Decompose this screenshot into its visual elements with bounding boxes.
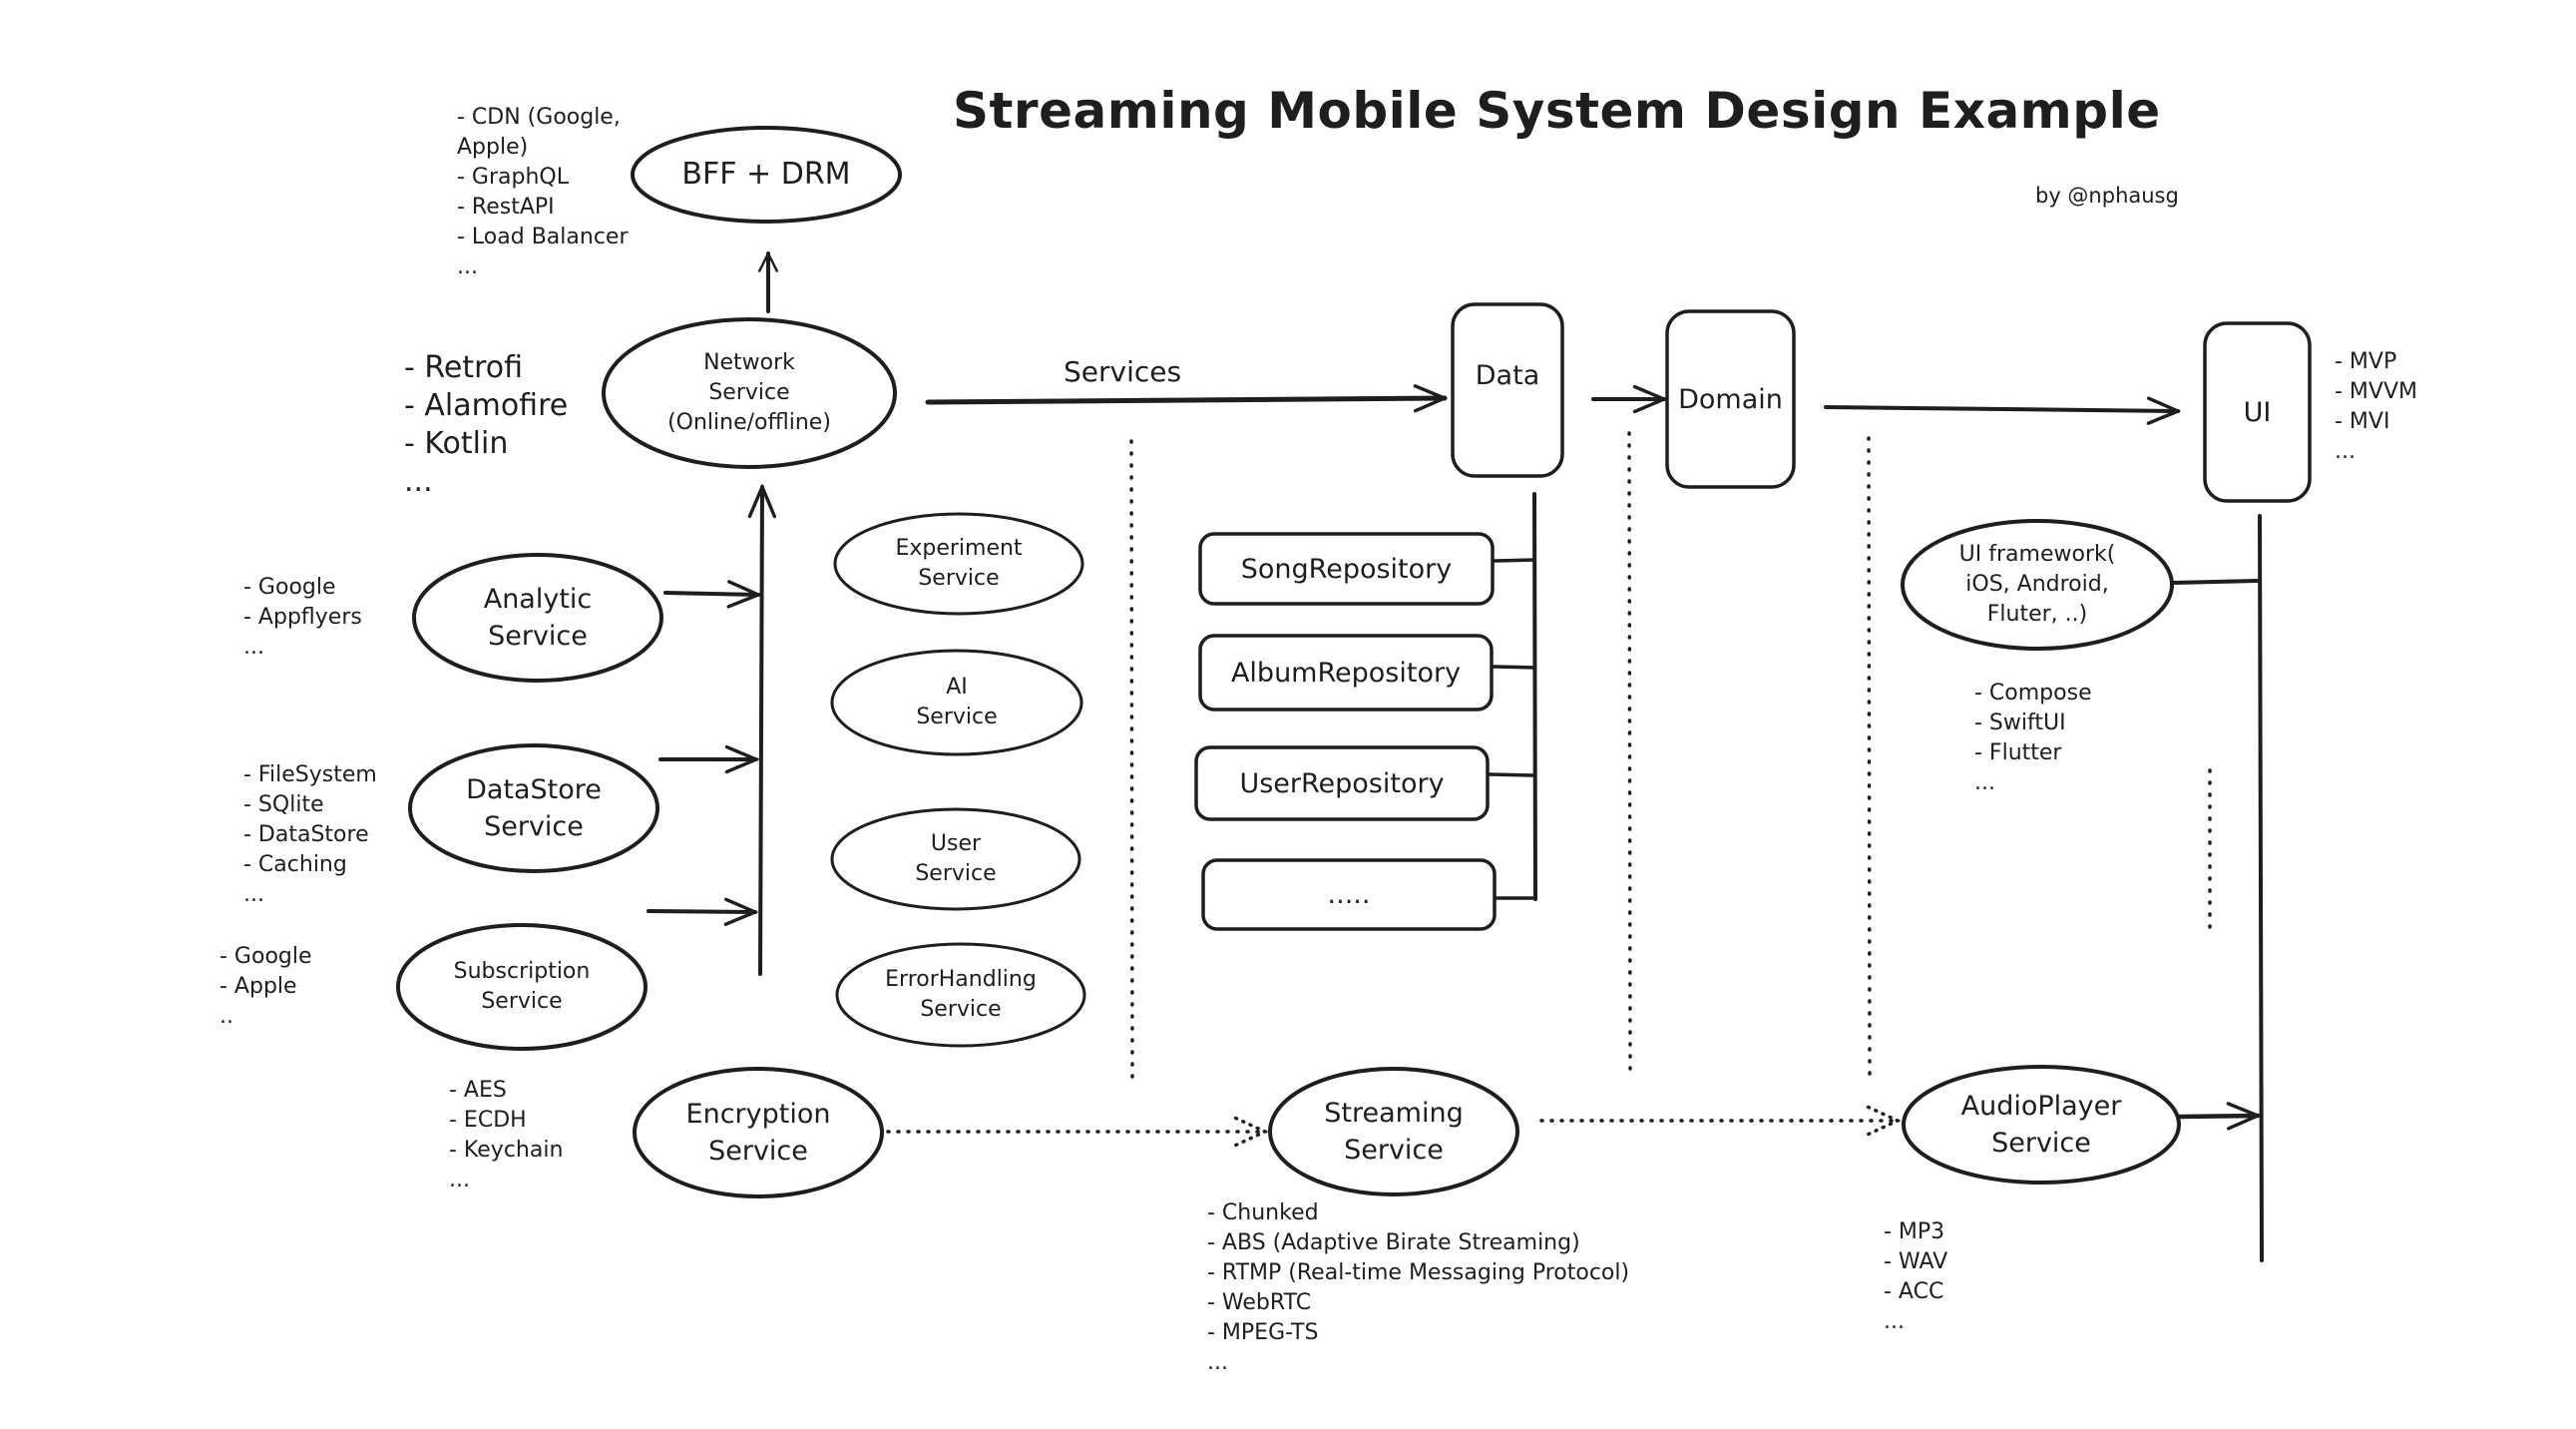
note-item: - MVI <box>2335 409 2390 434</box>
subscription-service-node[interactable] <box>396 923 647 1051</box>
note-item: - Flutter <box>1974 740 2062 765</box>
analytic-service-node[interactable] <box>412 553 663 683</box>
layer-separator-1 <box>1129 439 1134 1081</box>
note-item: ... <box>2335 439 2356 464</box>
audioplayer-service-node[interactable] <box>1902 1065 2181 1185</box>
bff-notes: - CDN (Google, Apple) - GraphQL - RestAP… <box>457 103 629 282</box>
note-item: - MVVM <box>2335 379 2417 404</box>
note-item: - Appflyers <box>243 605 362 630</box>
note-item: ... <box>1974 770 1995 795</box>
note-item: - Caching <box>243 852 347 877</box>
note-item: ... <box>404 464 433 499</box>
note-item: - WebRTC <box>1207 1290 1312 1315</box>
subscription-notes: - Google - Apple .. <box>219 942 312 1032</box>
note-item: - Chunked <box>1207 1200 1319 1225</box>
repo-box-more[interactable] <box>1201 858 1497 931</box>
note-item: - RestAPI <box>457 195 555 220</box>
repo-album-connector <box>1492 665 1536 670</box>
streaming-service-node[interactable] <box>1268 1067 1519 1196</box>
note-item: - Keychain <box>449 1138 564 1163</box>
note-item: ... <box>449 1168 470 1192</box>
datastore-notes: - FileSystem - SQlite - DataStore - Cach… <box>243 760 377 910</box>
note-item: - SQlite <box>243 792 324 817</box>
note-item: - MPEG-TS <box>1207 1320 1319 1345</box>
services-bus-line <box>760 487 762 976</box>
network-notes: - Retrofi - Alamofire - Kotlin ... <box>404 349 568 501</box>
note-item: - RTMP (Real-time Messaging Protocol) <box>1207 1260 1630 1285</box>
ui-framework-node[interactable] <box>1901 519 2174 651</box>
note-item: - AES <box>449 1078 507 1103</box>
note-item: ... <box>1207 1350 1228 1375</box>
note-item: ... <box>243 882 264 907</box>
subscription-to-bus-arrow <box>646 911 755 912</box>
note-item: - DataStore <box>243 822 369 847</box>
note-item: ... <box>457 254 478 279</box>
note-item: - Load Balancer <box>457 225 629 249</box>
errorhandling-service-node[interactable] <box>835 942 1086 1048</box>
streaming-notes: - Chunked - ABS (Adaptive Birate Streami… <box>1207 1198 1629 1378</box>
note-item: .. <box>219 1004 233 1029</box>
data-layer-box[interactable] <box>1451 302 1564 478</box>
data-bus-line <box>1532 492 1537 901</box>
repo-box-user[interactable] <box>1194 745 1490 821</box>
note-item: - ECDH <box>449 1108 527 1133</box>
ai-service-node[interactable] <box>830 649 1083 756</box>
note-item: - FileSystem <box>243 762 377 787</box>
bff-node[interactable] <box>631 126 902 224</box>
ui-framework-connector <box>2171 579 2260 585</box>
note-item: Apple) <box>457 135 529 160</box>
note-item: ... <box>1884 1309 1905 1334</box>
repo-box-song[interactable] <box>1198 532 1495 606</box>
encryption-notes: - AES - ECDH - Keychain ... <box>449 1076 563 1195</box>
audioplayer-to-ui-arrow <box>2177 1116 2258 1117</box>
note-item: - Google <box>243 575 336 600</box>
datastore-service-node[interactable] <box>408 743 659 873</box>
user-service-node[interactable] <box>830 807 1081 911</box>
domain-layer-box[interactable] <box>1665 309 1796 489</box>
repo-user-connector <box>1488 772 1534 777</box>
ui-layer-box[interactable] <box>2203 321 2312 503</box>
analytic-notes: - Google - Appflyers ... <box>243 573 362 663</box>
experiment-service-node[interactable] <box>833 512 1084 616</box>
note-item: - SwiftUI <box>1974 711 2066 735</box>
diagram-title: Streaming Mobile System Design Example <box>953 82 2161 140</box>
note-item: - MP3 <box>1884 1219 1945 1244</box>
note-item: - ABS (Adaptive Birate Streaming) <box>1207 1230 1580 1255</box>
audioplayer-notes: - MP3 - WAV - ACC ... <box>1884 1217 1947 1337</box>
repo-box-album[interactable] <box>1198 634 1494 712</box>
note-item: - ACC <box>1884 1279 1944 1304</box>
note-item: - WAV <box>1884 1249 1948 1274</box>
analytic-to-bus-arrow <box>663 593 758 595</box>
repo-song-connector <box>1493 558 1536 563</box>
network-service-node[interactable] <box>602 317 897 469</box>
note-item: - MVP <box>2335 349 2397 374</box>
services-arrow <box>925 398 1448 402</box>
note-item: ... <box>243 635 264 660</box>
ui-bus-line <box>2258 514 2264 1262</box>
note-item: - CDN (Google, <box>457 105 621 130</box>
ui-pattern-notes: - MVP - MVVM - MVI ... <box>2335 347 2417 467</box>
note-item: - Alamofire <box>404 388 569 423</box>
note-item: - Kotlin <box>404 426 509 461</box>
note-item: - Retrofi <box>404 350 524 385</box>
note-item: - GraphQL <box>457 165 569 190</box>
note-item: - Google <box>219 944 312 969</box>
layer-separator-3 <box>1867 436 1872 1076</box>
note-item: - Compose <box>1974 681 2092 706</box>
services-edge-label: Services <box>1064 355 1182 388</box>
encryption-service-node[interactable] <box>633 1067 884 1198</box>
author-byline: by @nphausg <box>2035 184 2179 208</box>
domain-to-ui-arrow <box>1824 407 2178 411</box>
note-item: - Apple <box>219 974 297 999</box>
ui-framework-notes: - Compose - SwiftUI - Flutter ... <box>1974 679 2092 798</box>
layer-separator-2 <box>1627 431 1632 1076</box>
